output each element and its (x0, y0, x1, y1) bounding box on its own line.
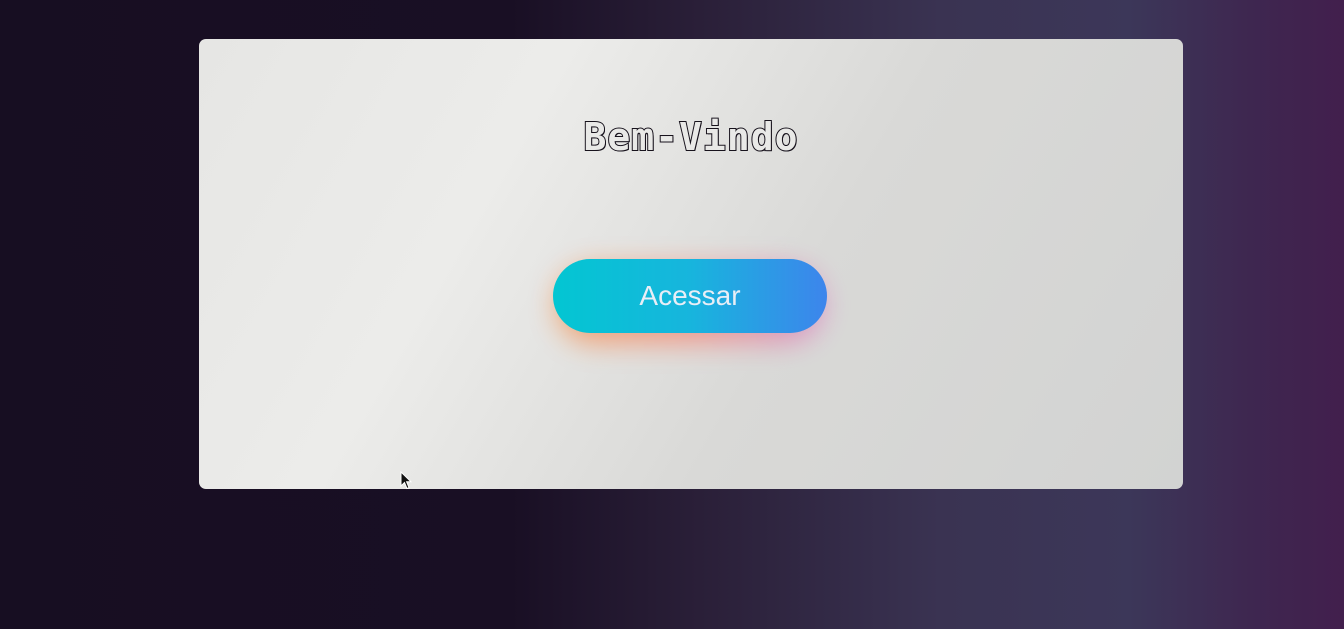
access-button-container: Acessar (553, 259, 827, 343)
access-button[interactable]: Acessar (553, 259, 827, 333)
welcome-title: Bem-Vindo (583, 114, 799, 160)
mouse-pointer-icon (400, 471, 412, 490)
welcome-card: Bem-Vindo Acessar (199, 39, 1183, 489)
